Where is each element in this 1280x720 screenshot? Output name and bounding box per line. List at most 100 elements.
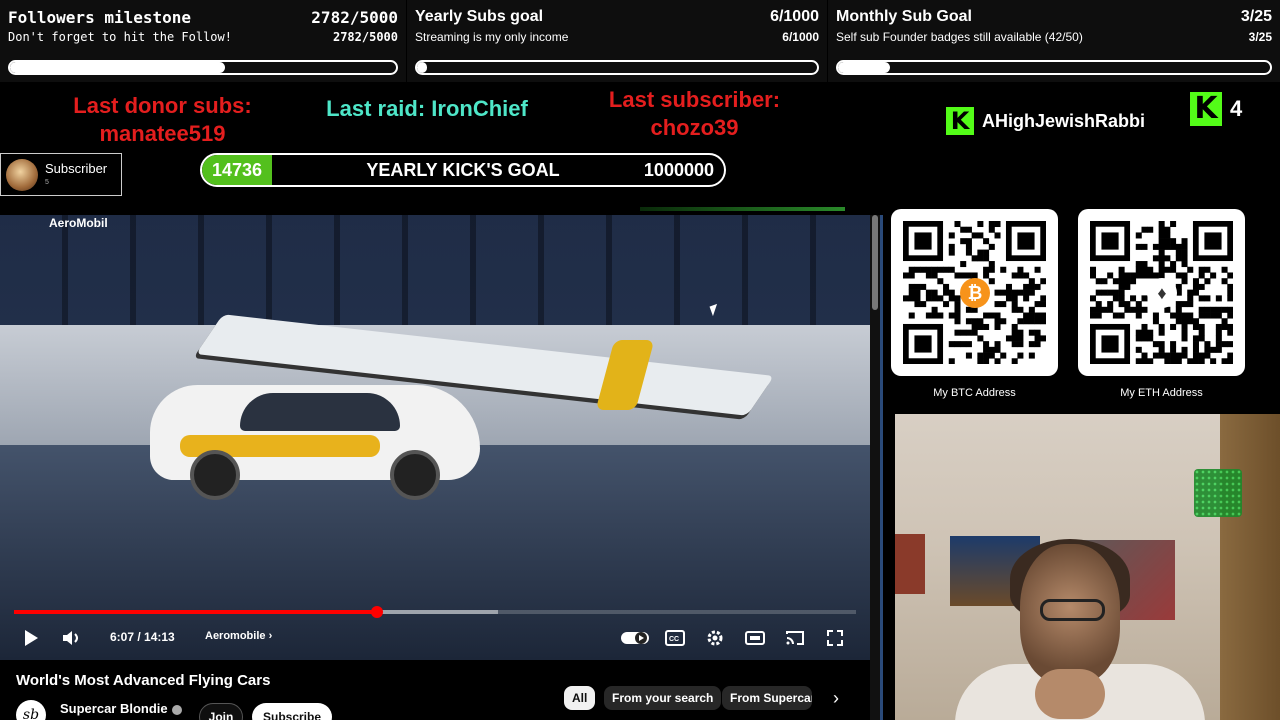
qr-module — [1215, 341, 1222, 348]
chip-from-your-search[interactable]: From your search — [604, 686, 722, 710]
qr-module — [1152, 341, 1159, 348]
video-controls: 6:07 / 14:13 Aeromobile › CC — [0, 620, 870, 656]
fullscreen-button[interactable] — [822, 620, 848, 656]
video-scrubber-handle[interactable] — [370, 606, 383, 618]
subscribe-button[interactable]: Subscribe — [252, 703, 332, 720]
qr-module — [1095, 278, 1102, 285]
qr-module — [1124, 278, 1131, 285]
qr-module — [1017, 306, 1024, 313]
webcam-feed — [895, 414, 1280, 720]
chips-next-chevron-icon[interactable]: › — [826, 686, 846, 710]
qr-module — [1158, 266, 1165, 273]
qr-module — [948, 289, 955, 296]
qr-module — [1192, 341, 1199, 348]
qr-module — [954, 306, 961, 313]
qr-module — [920, 301, 927, 308]
qr-module — [1204, 346, 1211, 353]
qr-module — [1023, 312, 1030, 319]
qr-module — [965, 318, 972, 325]
qr-module — [1164, 352, 1171, 359]
qr-module — [977, 318, 984, 325]
qr-module — [1210, 358, 1217, 364]
qr-module — [977, 323, 984, 330]
qr-module — [1170, 312, 1177, 319]
channel-name-text: Supercar Blondie — [60, 701, 168, 716]
qr-module — [1034, 283, 1041, 290]
qr-module — [937, 312, 944, 319]
qr-module — [1000, 318, 1007, 325]
page-scrollbar-thumb[interactable] — [872, 215, 878, 310]
qr-module — [1090, 272, 1097, 279]
qr-module — [1227, 341, 1233, 348]
theater-mode-button[interactable] — [742, 620, 768, 656]
video-progress-bar[interactable] — [14, 606, 856, 618]
yearly-subs-goal-progress-bar — [415, 60, 819, 75]
qr-module — [971, 232, 978, 239]
qr-module — [1198, 272, 1205, 279]
video-player[interactable] — [0, 215, 870, 660]
btc-qr-code: ₿ — [891, 209, 1058, 376]
qr-module — [965, 238, 972, 245]
last-subscriber-name: chozo39 — [650, 115, 739, 140]
qr-module — [977, 221, 984, 228]
qr-module — [1175, 255, 1182, 262]
qr-module — [1192, 289, 1199, 296]
qr-module — [931, 295, 938, 302]
qr-finder-square — [914, 335, 932, 353]
last-donor-subs-alert: Last donor subs: manatee519 — [40, 92, 285, 148]
verified-check-icon — [171, 704, 182, 715]
join-button[interactable]: Join — [199, 703, 243, 720]
qr-module — [1158, 221, 1165, 228]
qr-module — [1181, 261, 1188, 268]
play-button[interactable] — [14, 620, 48, 656]
captions-button[interactable]: CC — [662, 620, 688, 656]
captions-icon: CC — [665, 630, 685, 646]
qr-module — [1227, 329, 1233, 336]
qr-module — [1147, 266, 1154, 273]
qr-module — [977, 232, 984, 239]
qr-module — [1023, 283, 1030, 290]
autoplay-toggle[interactable] — [620, 620, 650, 656]
channel-name[interactable]: Supercar Blondie — [60, 701, 182, 716]
qr-module — [1187, 318, 1194, 325]
qr-module — [1198, 312, 1205, 319]
qr-module — [1005, 289, 1012, 296]
qr-module — [1028, 283, 1035, 290]
chip-from-supercar[interactable]: From Supercar — [722, 686, 812, 710]
qr-module — [1170, 266, 1177, 273]
qr-module — [1101, 278, 1108, 285]
qr-module — [1227, 352, 1233, 359]
qr-module — [1141, 352, 1148, 359]
qr-module — [960, 226, 967, 233]
qr-module — [1141, 261, 1148, 268]
qr-module — [1135, 301, 1142, 308]
qr-module — [988, 278, 995, 285]
qr-module — [1107, 272, 1114, 279]
qr-module — [937, 278, 944, 285]
chip-all[interactable]: All — [564, 686, 596, 710]
cast-button[interactable] — [782, 620, 808, 656]
chapter-chevron-icon: › — [268, 630, 273, 642]
page-scrollbar[interactable] — [870, 215, 880, 720]
qr-module — [1034, 301, 1041, 308]
monthly-sub-goal-widget: Monthly Sub Goal 3/25 Self sub Founder b… — [828, 0, 1280, 82]
qr-module — [1187, 312, 1194, 319]
video-chapter-button[interactable]: Aeromobile › — [205, 630, 272, 642]
settings-button[interactable] — [702, 620, 728, 656]
qr-module — [1204, 341, 1211, 348]
qr-module — [1192, 352, 1199, 359]
qr-module — [925, 289, 932, 296]
qr-module — [1181, 278, 1188, 285]
monthly-sub-goal-progress-fill — [838, 62, 890, 73]
volume-button[interactable] — [56, 620, 88, 656]
qr-module — [1175, 312, 1182, 319]
qr-module — [1034, 341, 1041, 348]
qr-module — [971, 329, 978, 336]
channel-avatar[interactable]: sb — [16, 700, 46, 720]
qr-module — [988, 226, 995, 233]
qr-module — [1135, 346, 1142, 353]
qr-module — [1164, 232, 1171, 239]
qr-module — [1011, 358, 1018, 364]
qr-module — [1158, 238, 1165, 245]
qr-module — [1170, 243, 1177, 250]
